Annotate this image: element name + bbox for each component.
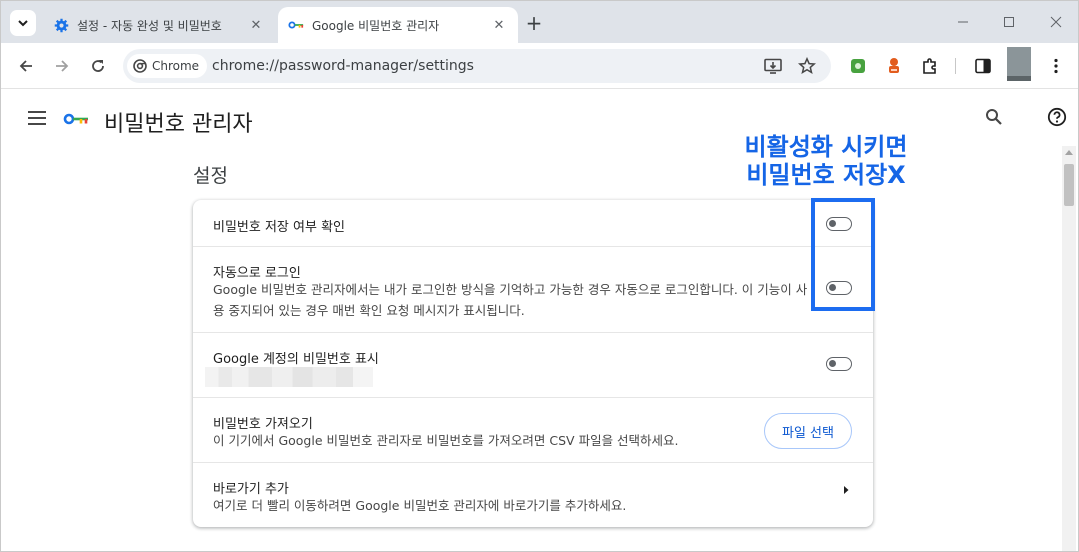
scroll-thumb[interactable] (1064, 164, 1074, 206)
setting-row-import-passwords: 비밀번호 가져오기 이 기기에서 Google 비밀번호 관리자로 비밀번호를 … (193, 398, 873, 463)
side-panel-icon (975, 58, 991, 74)
bookmark-button[interactable] (797, 56, 817, 76)
setting-description: 여기로 더 빨리 이동하려면 Google 비밀번호 관리자에 바로가기를 추가… (213, 498, 627, 513)
extension-button[interactable] (883, 55, 905, 77)
setting-description: 이 기기에서 Google 비밀번호 관리자로 비밀번호를 가져오려면 CSV … (213, 433, 679, 448)
close-icon[interactable]: ✕ (247, 16, 265, 34)
avatar-bottom-bar (1007, 76, 1031, 81)
extension-green-icon (851, 59, 865, 73)
arrow-right-icon (56, 60, 69, 72)
tab-settings[interactable]: 설정 - 자동 완성 및 비밀번호 ✕ (43, 7, 275, 43)
browser-window: 설정 - 자동 완성 및 비밀번호 ✕ Google 비밀번호 관리자 ✕ + (0, 0, 1079, 552)
tab-strip: 설정 - 자동 완성 및 비밀번호 ✕ Google 비밀번호 관리자 ✕ + (1, 1, 1078, 43)
annotation-text: 비활성화 시키면 비밀번호 저장X (721, 133, 931, 189)
reload-button[interactable] (85, 53, 111, 79)
side-panel-button[interactable] (972, 55, 994, 77)
setting-description: Google 비밀번호 관리자에서는 내가 로그인한 방식을 기억하고 가능한 … (213, 282, 808, 318)
setting-row-auto-signin[interactable]: 자동으로 로그인 Google 비밀번호 관리자에서는 내가 로그인한 방식을 … (193, 247, 873, 333)
site-chip[interactable]: Chrome (127, 54, 208, 78)
key-icon (288, 17, 304, 33)
profile-avatar[interactable] (1007, 47, 1031, 81)
tab-title: Google 비밀번호 관리자 (312, 18, 440, 33)
url-text[interactable]: chrome://password-manager/settings (212, 58, 474, 74)
maximize-button[interactable] (994, 9, 1024, 35)
kebab-menu-icon (1054, 58, 1058, 74)
page-title: 비밀번호 관리자 (104, 112, 253, 137)
forward-button[interactable] (49, 53, 75, 79)
close-window-button[interactable] (1041, 9, 1071, 35)
choose-file-button[interactable]: 파일 선택 (764, 413, 852, 449)
hamburger-menu-icon[interactable] (28, 111, 46, 125)
tab-password-manager[interactable]: Google 비밀번호 관리자 ✕ (278, 7, 518, 43)
setting-row-add-shortcut[interactable]: 바로가기 추가 여기로 더 빨리 이동하려면 Google 비밀번호 관리자에 … (193, 463, 873, 527)
address-bar[interactable]: Chrome chrome://password-manager/setting… (123, 49, 831, 83)
settings-card: 비밀번호 저장 여부 확인 자동으로 로그인 Google 비밀번호 관리자에서… (193, 200, 873, 527)
section-title: 설정 (193, 165, 228, 187)
arrow-left-icon (19, 60, 32, 72)
toolbar: Chrome chrome://password-manager/setting… (1, 43, 1078, 89)
setting-label: 비밀번호 저장 여부 확인 (213, 220, 345, 235)
tab-search-button[interactable] (10, 10, 36, 36)
maximize-icon (1004, 17, 1014, 27)
setting-row-offer-to-save[interactable]: 비밀번호 저장 여부 확인 (193, 200, 873, 247)
annotation-highlight-box (811, 198, 875, 311)
scrollbar[interactable] (1062, 146, 1076, 551)
toolbar-separator (955, 58, 956, 74)
minimize-button[interactable] (948, 9, 978, 35)
chrome-icon (133, 59, 147, 73)
reload-icon (92, 60, 104, 72)
chrome-menu-button[interactable] (1045, 55, 1067, 77)
close-icon (1050, 16, 1062, 28)
setting-row-show-account-passwords[interactable]: Google 계정의 비밀번호 표시 (193, 333, 873, 398)
gear-icon (53, 17, 69, 33)
annotation-line: 비활성화 시키면 (744, 133, 908, 161)
chevron-down-icon (18, 20, 28, 27)
setting-label: Google 계정의 비밀번호 표시 (213, 352, 379, 367)
close-icon[interactable]: ✕ (490, 16, 508, 34)
redacted-account-email (205, 367, 373, 387)
scroll-up-arrow-icon[interactable] (1065, 150, 1073, 155)
extension-button[interactable] (847, 55, 869, 77)
chevron-right-icon[interactable] (841, 481, 851, 494)
puzzle-icon (923, 58, 936, 74)
install-app-button[interactable] (763, 56, 783, 76)
back-button[interactable] (13, 53, 39, 79)
install-icon (764, 58, 782, 74)
star-icon (798, 57, 816, 74)
new-tab-button[interactable]: + (523, 11, 545, 35)
chip-label: Chrome (152, 59, 200, 73)
help-icon[interactable] (1047, 107, 1069, 129)
extensions-menu-button[interactable] (919, 55, 941, 77)
minimize-icon (958, 21, 968, 23)
search-icon[interactable] (985, 108, 1005, 128)
password-manager-logo (63, 111, 89, 125)
show-account-passwords-toggle[interactable] (826, 357, 852, 371)
tab-title: 설정 - 자동 완성 및 비밀번호 (77, 18, 222, 33)
annotation-line: 비밀번호 저장X (746, 161, 906, 189)
extension-orange-icon (889, 58, 899, 73)
